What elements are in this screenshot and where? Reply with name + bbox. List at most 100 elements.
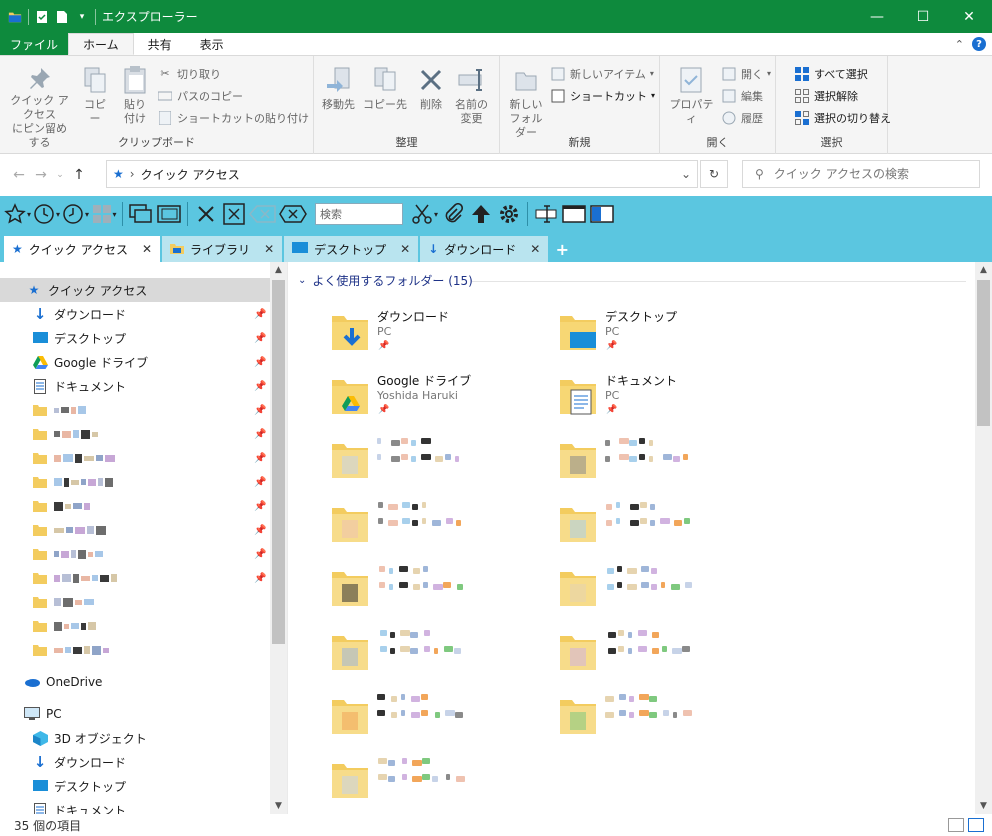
close-icon[interactable]: ✕ [142,242,152,256]
nav-desktop[interactable]: デスクトップ [0,326,126,350]
close-icon[interactable]: ✕ [264,242,274,256]
nav-folder-item[interactable] [0,518,108,542]
details-view-button[interactable] [948,818,964,832]
attach-button[interactable] [440,200,466,228]
nav-folder-item[interactable] [0,422,100,446]
up-arrow-icon[interactable]: ↑ [68,167,90,183]
navigation-pane-button[interactable] [589,200,615,228]
history-button[interactable]: ▾ [62,200,89,228]
chevron-up-icon[interactable]: ▲ [270,262,287,278]
settings-button[interactable] [496,200,522,228]
recent-files-button[interactable]: ▾ [33,200,60,228]
close-icon[interactable]: ✕ [400,242,410,256]
folder-tile[interactable] [520,560,740,616]
folder-tile-desktop[interactable]: デスクトップ PC 📌 [520,304,740,360]
select-none-button[interactable]: 選択解除 [794,86,891,105]
close-icon[interactable]: ✕ [530,242,540,256]
folder-tile[interactable] [292,560,512,616]
nav-folder-item[interactable] [0,542,105,566]
nav-folder-item[interactable] [0,446,117,470]
nav-google-drive[interactable]: Google ドライブ [0,350,148,374]
folder-tile[interactable] [520,688,740,744]
new-folder-icon[interactable] [55,10,69,24]
folder-tile[interactable] [520,496,740,552]
folder-tile[interactable] [520,624,740,680]
copy-path-button[interactable]: パスのコピー [157,86,309,105]
back-arrow-icon[interactable]: ← [8,167,30,183]
folder-tile[interactable] [292,432,512,488]
nav-scrollbar[interactable]: ▲ ▼ [270,262,287,814]
invert-selection-button[interactable]: 選択の切り替え [794,108,891,127]
edit-button[interactable]: 編集 [721,86,771,105]
open-button[interactable]: 開く ▾ [721,64,771,83]
new-item-button[interactable]: 新しいアイテム ▾ [550,64,655,83]
folder-tile[interactable] [520,432,740,488]
tab-downloads[interactable]: ↓ ダウンロード ✕ [420,236,549,262]
nav-documents[interactable]: ドキュメント [0,374,126,398]
favorites-button[interactable]: ▾ [4,200,31,228]
new-window-button[interactable] [128,200,154,228]
close-tab-button[interactable] [193,200,219,228]
toolbar-search-input[interactable]: 検索 [315,203,404,225]
rename-tool-button[interactable] [533,200,559,228]
content-scrollbar-thumb[interactable] [977,280,990,426]
nav-downloads[interactable]: ↓ ダウンロード [0,302,126,326]
tab-share[interactable]: 共有 [134,33,186,55]
cut-button[interactable]: ✂ 切り取り [157,64,309,83]
close-window-button[interactable] [221,200,247,228]
nav-folder-item[interactable] [0,638,111,662]
tab-quick-access[interactable]: ★ クイック アクセス ✕ [4,236,161,262]
properties-icon[interactable] [35,10,49,24]
chevron-down-icon[interactable]: ⌄ [681,167,691,181]
nav-folder-item[interactable] [0,590,96,614]
forward-arrow-icon[interactable]: → [30,167,52,183]
folder-tile-google-drive[interactable]: Google ドライブ Yoshida Haruki 📌 [292,368,512,424]
nav-pc-documents[interactable]: ドキュメント [0,798,126,814]
add-tab-button[interactable]: + [550,236,574,262]
close-button[interactable]: ✕ [946,0,992,33]
folder-tile-downloads[interactable]: ダウンロード PC 📌 [292,304,512,360]
history-button[interactable]: 履歴 [721,108,771,127]
nav-folder-item[interactable] [0,494,92,518]
details-pane-button[interactable] [561,200,587,228]
search-input[interactable] [773,167,964,181]
tab-view[interactable]: 表示 [186,33,238,55]
easy-access-button[interactable]: ショートカット ▾ [550,86,655,105]
nav-pc-downloads[interactable]: ↓ ダウンロード [0,750,126,774]
nav-folder-item[interactable] [0,566,119,590]
chevron-up-icon[interactable]: ⌃ [955,38,964,51]
folder-icon[interactable] [8,10,22,24]
up-folder-button[interactable] [468,200,494,228]
group-header[interactable]: ⌄ よく使用するフォルダー (15) [298,272,473,289]
nav-3d-objects[interactable]: 3D オブジェクト [0,726,147,750]
tab-library[interactable]: ライブラリ ✕ [162,236,283,262]
folder-tile[interactable] [292,624,512,680]
breadcrumb-quick-access[interactable]: クイック アクセス [141,166,240,183]
cut-tool-button[interactable]: ▾ [411,200,438,228]
nav-scrollbar-thumb[interactable] [272,280,285,644]
chevron-up-icon[interactable]: ▲ [975,262,992,278]
windows-button[interactable]: ▾ [91,200,117,228]
tab-desktop[interactable]: デスクトップ ✕ [284,236,419,262]
paste-shortcut-button[interactable]: ショートカットの貼り付け [157,108,309,127]
maximize-button[interactable]: ☐ [900,0,946,33]
folder-tile[interactable] [292,688,512,744]
nav-folder-item[interactable] [0,470,115,494]
folder-tile-documents[interactable]: ドキュメント PC 📌 [520,368,740,424]
help-icon[interactable]: ? [972,37,986,51]
preview-pane-button[interactable] [156,200,182,228]
backspace-button[interactable] [249,200,277,228]
tab-home[interactable]: ホーム [68,33,134,55]
chevron-down-icon[interactable]: ▾ [75,10,89,24]
nav-folder-item[interactable] [0,398,88,422]
pane-divider[interactable] [287,262,291,814]
large-icons-view-button[interactable] [968,818,984,832]
folder-tile[interactable] [292,752,512,808]
clear-button[interactable] [279,200,307,228]
chevron-down-icon[interactable]: ▼ [270,798,287,814]
recent-dropdown-icon[interactable]: ⌄ [52,170,68,180]
nav-pc[interactable]: PC [0,702,62,726]
tab-file[interactable]: ファイル [0,33,69,55]
content-scrollbar[interactable]: ▲ ▼ [975,262,992,814]
nav-onedrive[interactable]: OneDrive [0,670,102,694]
